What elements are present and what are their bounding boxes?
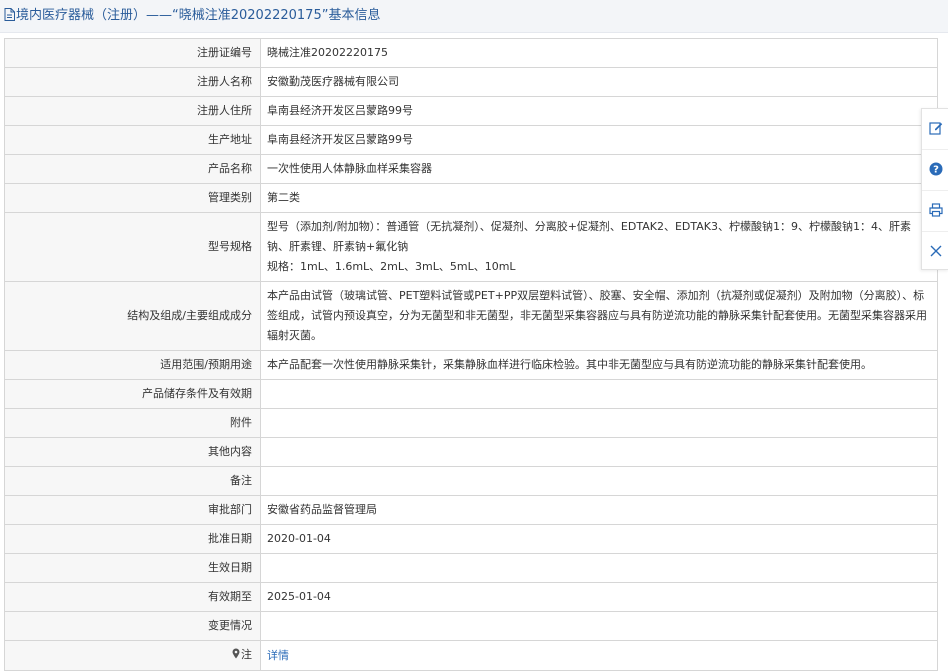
row-label: 型号规格 xyxy=(4,212,261,282)
row-value xyxy=(260,437,938,467)
row-value xyxy=(260,408,938,438)
page-title: 境内医疗器械（注册）——“晓械注准20202220175”基本信息 xyxy=(16,8,381,23)
basic-info-table: 注册证编号 晓械注准20202220175 注册人名称 安徽勤茂医疗器械有限公司 注… xyxy=(4,38,938,671)
details-link[interactable]: 详情 xyxy=(267,649,289,662)
table-row: 批准日期 2020-01-04 xyxy=(4,524,938,554)
close-button[interactable] xyxy=(922,232,948,272)
table-row: 结构及组成/主要组成成分 本产品由试管（玻璃试管、PET塑料试管或PET+PP双层… xyxy=(4,281,938,351)
help-button[interactable]: ? xyxy=(922,150,948,191)
row-label: 其他内容 xyxy=(4,437,261,467)
row-label: 审批部门 xyxy=(4,495,261,525)
table-row: 适用范围/预期用途 本产品配套一次性使用静脉采集针，采集静脉血样进行临床检验。其中… xyxy=(4,350,938,380)
page-title-bar: 境内医疗器械（注册）——“晓械注准20202220175”基本信息 xyxy=(0,0,948,33)
note-row: 注 详情 xyxy=(4,640,938,671)
table-row: 变更情况 xyxy=(4,611,938,641)
table-row: 管理类别 第二类 xyxy=(4,183,938,213)
table-row: 附件 xyxy=(4,408,938,438)
row-label: 注册人住所 xyxy=(4,96,261,126)
note-value-cell: 详情 xyxy=(260,640,938,671)
note-label: 注 xyxy=(241,648,252,661)
side-toolbar: ? xyxy=(921,108,948,270)
row-value: 晓械注准20202220175 xyxy=(260,38,938,68)
row-label: 变更情况 xyxy=(4,611,261,641)
info-table-body: 注册证编号 晓械注准20202220175 注册人名称 安徽勤茂医疗器械有限公司 注… xyxy=(4,38,938,671)
row-label: 结构及组成/主要组成成分 xyxy=(4,281,261,351)
table-row: 型号规格 型号（添加剂/附加物）：普通管（无抗凝剂）、促凝剂、分离胶+促凝剂、ED… xyxy=(4,212,938,282)
table-row: 产品名称 一次性使用人体静脉血样采集容器 xyxy=(4,154,938,184)
row-label: 备注 xyxy=(4,466,261,496)
row-label: 管理类别 xyxy=(4,183,261,213)
table-row: 注册证编号 晓械注准20202220175 xyxy=(4,38,938,68)
table-row: 产品储存条件及有效期 xyxy=(4,379,938,409)
spec-text: 规格：1mL、1.6mL、2mL、3mL、5mL、10mL xyxy=(267,260,516,273)
table-row: 有效期至 2025-01-04 xyxy=(4,582,938,612)
row-value: 2025-01-04 xyxy=(260,582,938,612)
table-row: 注册人名称 安徽勤茂医疗器械有限公司 xyxy=(4,67,938,97)
close-icon xyxy=(930,245,942,260)
row-label: 注册人名称 xyxy=(4,67,261,97)
row-label: 适用范围/预期用途 xyxy=(4,350,261,380)
table-row: 生产地址 阜南县经济开发区吕蒙路99号 xyxy=(4,125,938,155)
row-value: 阜南县经济开发区吕蒙路99号 xyxy=(260,96,938,126)
pin-icon xyxy=(232,646,240,666)
row-value: 2020-01-04 xyxy=(260,524,938,554)
svg-text:?: ? xyxy=(933,164,939,175)
table-row: 注册人住所 阜南县经济开发区吕蒙路99号 xyxy=(4,96,938,126)
edit-button[interactable] xyxy=(922,109,948,150)
row-value xyxy=(260,553,938,583)
row-label: 批准日期 xyxy=(4,524,261,554)
print-button[interactable] xyxy=(922,191,948,232)
row-value xyxy=(260,611,938,641)
row-label: 产品储存条件及有效期 xyxy=(4,379,261,409)
row-value: 型号（添加剂/附加物）：普通管（无抗凝剂）、促凝剂、分离胶+促凝剂、EDTAK2… xyxy=(260,212,938,282)
document-icon xyxy=(4,2,15,34)
note-label-cell: 注 xyxy=(4,640,261,671)
row-value: 本产品由试管（玻璃试管、PET塑料试管或PET+PP双层塑料试管）、胶塞、安全帽… xyxy=(260,281,938,351)
edit-icon xyxy=(928,121,943,138)
table-row: 备注 xyxy=(4,466,938,496)
row-label: 注册证编号 xyxy=(4,38,261,68)
row-value: 安徽勤茂医疗器械有限公司 xyxy=(260,67,938,97)
row-label: 生效日期 xyxy=(4,553,261,583)
table-row: 生效日期 xyxy=(4,553,938,583)
row-label: 生产地址 xyxy=(4,125,261,155)
row-label: 附件 xyxy=(4,408,261,438)
row-value: 本产品配套一次性使用静脉采集针，采集静脉血样进行临床检验。其中非无菌型应与具有防… xyxy=(260,350,938,380)
table-row: 审批部门 安徽省药品监督管理局 xyxy=(4,495,938,525)
table-row: 其他内容 xyxy=(4,437,938,467)
help-icon: ? xyxy=(929,162,943,179)
row-value xyxy=(260,466,938,496)
row-value: 安徽省药品监督管理局 xyxy=(260,495,938,525)
row-value xyxy=(260,379,938,409)
row-value: 第二类 xyxy=(260,183,938,213)
row-label: 产品名称 xyxy=(4,154,261,184)
row-value: 阜南县经济开发区吕蒙路99号 xyxy=(260,125,938,155)
print-icon xyxy=(928,202,943,220)
model-text: 型号（添加剂/附加物）：普通管（无抗凝剂）、促凝剂、分离胶+促凝剂、EDTAK2… xyxy=(267,220,911,253)
row-label: 有效期至 xyxy=(4,582,261,612)
row-value: 一次性使用人体静脉血样采集容器 xyxy=(260,154,938,184)
